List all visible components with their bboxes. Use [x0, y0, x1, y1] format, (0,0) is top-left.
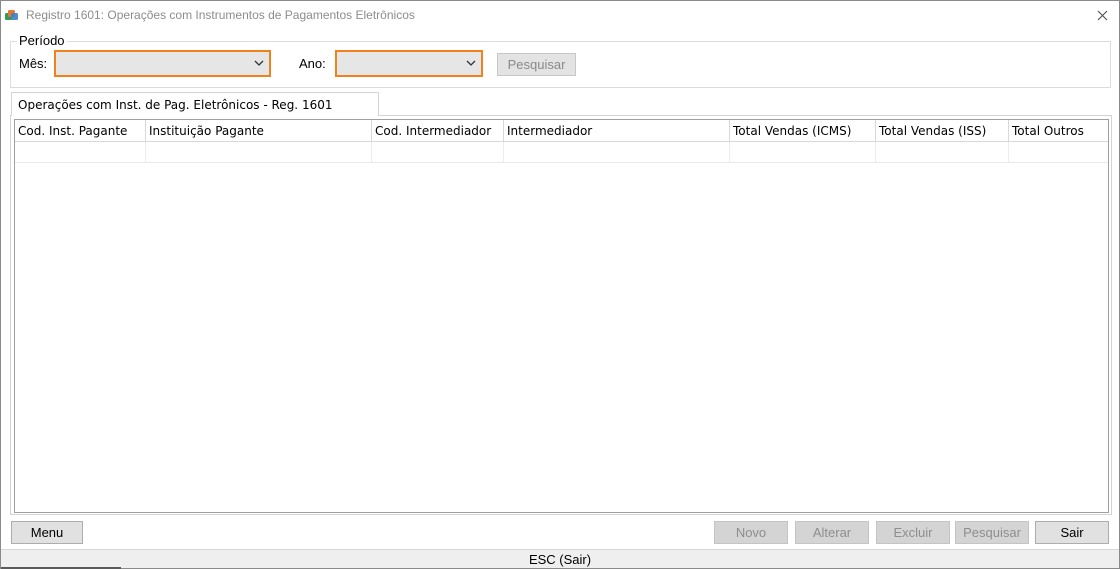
table-cell: [15, 142, 146, 163]
tab-reg-1601[interactable]: Operações com Inst. de Pag. Eletrônicos …: [11, 92, 379, 116]
excluir-button[interactable]: Excluir: [876, 521, 950, 544]
column-header[interactable]: Cod. Intermediador: [372, 120, 504, 142]
title-bar: Registro 1601: Operações com Instrumento…: [1, 1, 1119, 29]
window-title: Registro 1601: Operações com Instrumento…: [26, 8, 415, 22]
close-button[interactable]: [1091, 5, 1113, 25]
table-row[interactable]: [15, 142, 1108, 163]
column-header[interactable]: Total Outros: [1009, 120, 1108, 142]
column-header[interactable]: Intermediador: [504, 120, 730, 142]
grid-header: Cod. Inst. Pagante Instituição Pagante C…: [15, 120, 1108, 142]
column-header[interactable]: Cod. Inst. Pagante: [15, 120, 146, 142]
status-text: ESC (Sair): [528, 551, 592, 567]
app-logo-icon: [5, 8, 19, 22]
table-cell: [1009, 142, 1108, 163]
periodo-legend: Período: [17, 33, 67, 48]
data-grid[interactable]: Cod. Inst. Pagante Instituição Pagante C…: [14, 119, 1109, 513]
close-icon: [1097, 10, 1107, 20]
table-cell: [372, 142, 504, 163]
chevron-down-icon: [254, 60, 264, 66]
novo-button[interactable]: Novo: [714, 521, 788, 544]
column-header[interactable]: Total Vendas (ICMS): [730, 120, 876, 142]
mes-label: Mês:: [19, 56, 48, 71]
pesquisar-button[interactable]: Pesquisar: [955, 521, 1029, 544]
column-header[interactable]: Total Vendas (ISS): [876, 120, 1009, 142]
table-cell: [876, 142, 1009, 163]
table-cell: [730, 142, 876, 163]
alterar-button[interactable]: Alterar: [795, 521, 869, 544]
table-cell: [504, 142, 730, 163]
status-bar: ESC (Sair): [1, 549, 1119, 568]
main-window: Registro 1601: Operações com Instrumento…: [0, 0, 1120, 569]
column-header[interactable]: Instituição Pagante: [146, 120, 372, 142]
chevron-down-icon: [466, 60, 476, 66]
table-cell: [146, 142, 372, 163]
mes-combobox[interactable]: [54, 50, 271, 77]
ano-label: Ano:: [299, 56, 326, 71]
sair-button[interactable]: Sair: [1035, 521, 1109, 544]
ano-combobox[interactable]: [335, 50, 483, 77]
pesquisar-periodo-button[interactable]: Pesquisar: [497, 53, 576, 76]
menu-button[interactable]: Menu: [11, 521, 83, 544]
